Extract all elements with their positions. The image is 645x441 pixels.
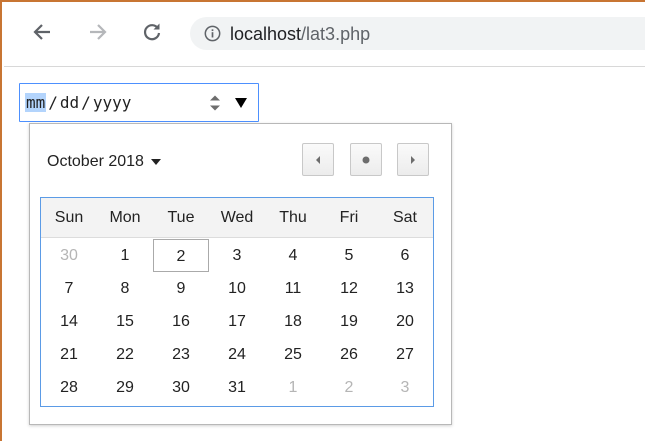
calendar-day[interactable]: 20 — [377, 305, 433, 338]
spin-down-icon[interactable] — [210, 105, 220, 111]
date-separator: / — [81, 93, 91, 112]
forward-arrow-icon — [90, 24, 107, 40]
reload-button[interactable] — [136, 16, 168, 48]
today-dot-icon — [362, 156, 370, 163]
today-button[interactable] — [350, 143, 382, 176]
calendar-day[interactable]: 9 — [153, 272, 209, 305]
next-month-button[interactable] — [397, 143, 429, 176]
weekday-label: Wed — [220, 209, 254, 226]
calendar-day[interactable]: 12 — [321, 272, 377, 305]
next-month-icon — [411, 155, 415, 164]
reload-icon — [143, 23, 161, 41]
calendar-day[interactable]: 10 — [209, 272, 265, 305]
calendar-day[interactable]: 17 — [209, 305, 265, 338]
calendar-day[interactable]: 31 — [209, 371, 265, 404]
calendar-day[interactable]: 25 — [265, 338, 321, 371]
weekday-header: Sun Mon Tue Wed Thu Fri Sat — [41, 198, 433, 238]
month-year-label: October 2018 — [47, 153, 144, 170]
year-segment[interactable]: yyyy — [93, 93, 132, 112]
calendar-day[interactable]: 13 — [377, 272, 433, 305]
calendar-day[interactable]: 23 — [153, 338, 209, 371]
calendar-day[interactable]: 26 — [321, 338, 377, 371]
chevron-down-icon — [150, 159, 161, 165]
calendar-day[interactable]: 7 — [41, 272, 97, 305]
month-year-selector[interactable]: October 2018 — [47, 151, 161, 173]
calendar-grid: Sun Mon Tue Wed Thu Fri Sat 30 1 2 3 4 5 6 7 8 9 10 11 12 1… — [40, 197, 434, 407]
calendar-day[interactable]: 21 — [41, 338, 97, 371]
weekday-label: Tue — [167, 209, 195, 226]
calendar-day[interactable]: 14 — [41, 305, 97, 338]
previous-month-icon — [316, 155, 320, 164]
weekday-label: Fri — [339, 209, 359, 226]
spin-up-icon[interactable] — [210, 95, 220, 101]
weekday-label: Thu — [279, 209, 307, 226]
calendar-day[interactable]: 2 — [321, 371, 377, 404]
calendar-day[interactable]: 3 — [209, 239, 265, 272]
weekday-label: Sat — [392, 209, 417, 226]
calendar-day[interactable]: 28 — [41, 371, 97, 404]
month-segment[interactable]: mm — [25, 93, 47, 112]
calendar-day[interactable]: 27 — [377, 338, 433, 371]
browser-window: localhost/lat3.php mm / dd / yyyy October 20… — [0, 0, 645, 441]
back-arrow-icon — [33, 24, 50, 40]
calendar-popup: October 2018 Sun Mon Tue Wed Thu Fri Sat 30 1 2 3… — [29, 123, 452, 425]
spin-button[interactable] — [207, 92, 223, 114]
date-input[interactable]: mm / dd / yyyy — [19, 83, 259, 122]
back-button[interactable] — [26, 16, 58, 48]
forward-button[interactable] — [82, 16, 114, 48]
previous-month-button[interactable] — [302, 143, 334, 176]
calendar-day[interactable]: 18 — [265, 305, 321, 338]
url-text[interactable]: localhost/lat3.php — [230, 24, 370, 44]
date-separator: / — [48, 93, 58, 112]
weekday-label: Sun — [54, 209, 84, 226]
calendar-day[interactable]: 30 — [153, 371, 209, 404]
calendar-day[interactable]: 6 — [377, 239, 433, 272]
address-bar[interactable]: localhost/lat3.php — [190, 17, 645, 50]
calendar-day[interactable]: 16 — [153, 305, 209, 338]
calendar-day[interactable]: 29 — [97, 371, 153, 404]
url-host: localhost — [230, 24, 302, 44]
calendar-day[interactable]: 30 — [41, 239, 97, 272]
calendar-day-today[interactable]: 2 — [153, 239, 209, 272]
calendar-day[interactable]: 3 — [377, 371, 433, 404]
calendar-day[interactable]: 4 — [265, 239, 321, 272]
calendar-day[interactable]: 19 — [321, 305, 377, 338]
calendar-day[interactable]: 15 — [97, 305, 153, 338]
calendar-day[interactable]: 22 — [97, 338, 153, 371]
calendar-day[interactable]: 11 — [265, 272, 321, 305]
calendar-day[interactable]: 8 — [97, 272, 153, 305]
calendar-day[interactable]: 24 — [209, 338, 265, 371]
day-segment[interactable]: dd — [60, 93, 79, 112]
calendar-dropdown-icon[interactable] — [234, 97, 248, 109]
weekday-label: Mon — [109, 209, 141, 226]
url-path: /lat3.php — [301, 24, 371, 44]
date-text[interactable]: mm / dd / yyyy — [25, 93, 131, 113]
info-icon[interactable] — [204, 25, 221, 42]
browser-toolbar: localhost/lat3.php — [4, 4, 645, 67]
calendar-day[interactable]: 1 — [265, 371, 321, 404]
calendar-day[interactable]: 5 — [321, 239, 377, 272]
calendar-day[interactable]: 1 — [97, 239, 153, 272]
